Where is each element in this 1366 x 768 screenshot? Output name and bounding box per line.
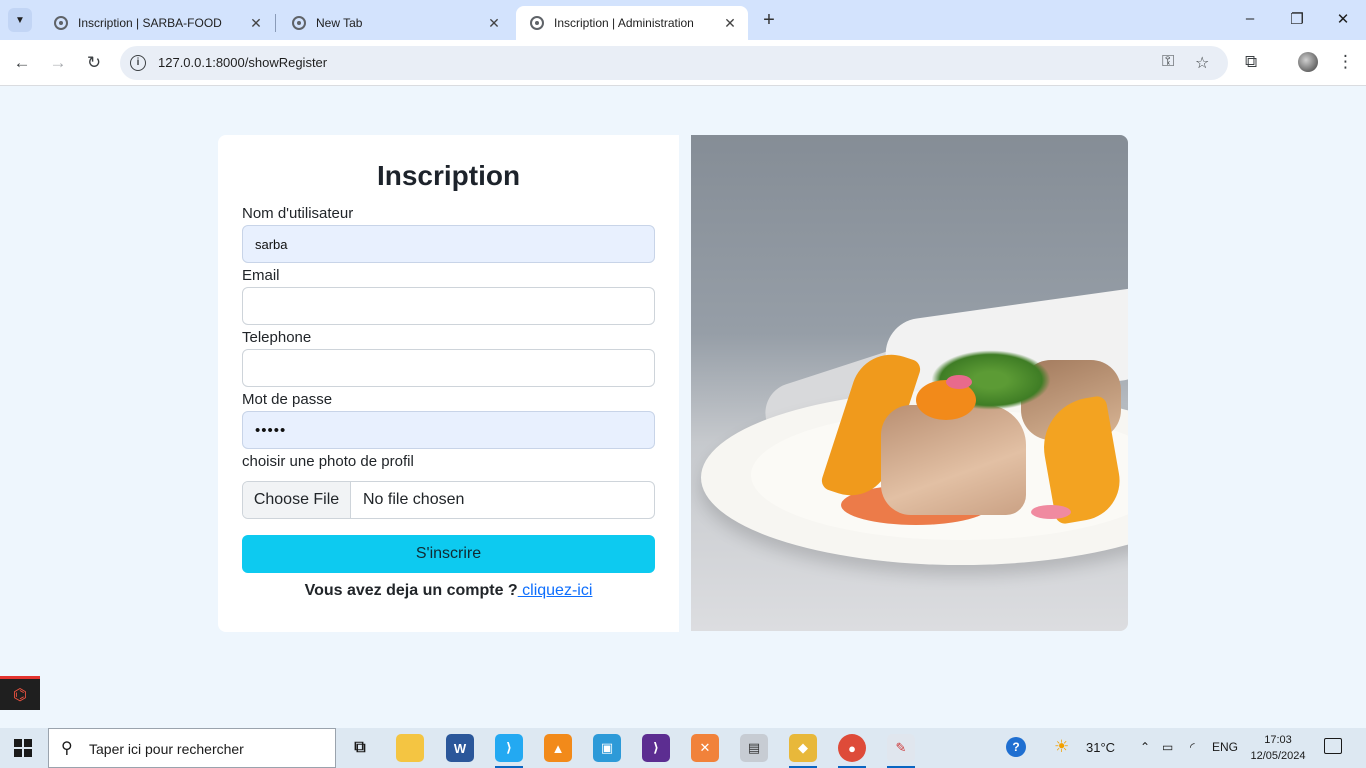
photo-file-input[interactable]: Choose File No file chosen bbox=[242, 481, 655, 519]
weather-temp[interactable]: 31°C bbox=[1086, 740, 1115, 755]
username-input[interactable]: sarba bbox=[242, 225, 655, 263]
tab-administration[interactable]: Inscription | Administration ✕ bbox=[516, 6, 748, 40]
bookmark-star-icon[interactable]: ☆ bbox=[1195, 53, 1209, 73]
chevron-down-icon: ▼ bbox=[15, 14, 25, 26]
login-prompt: Vous avez deja un compte ? cliquez-ici bbox=[218, 582, 679, 600]
clock-time: 17:03 bbox=[1264, 734, 1292, 746]
register-button[interactable]: S'inscrire bbox=[242, 535, 655, 573]
menu-icon[interactable]: ⋮ bbox=[1337, 52, 1354, 72]
wifi-icon[interactable]: ◜ bbox=[1190, 740, 1195, 754]
image-viewer-icon[interactable]: ▤ bbox=[740, 734, 768, 762]
tab-title: Inscription | Administration bbox=[554, 16, 694, 30]
globe-icon bbox=[530, 16, 544, 30]
paint-icon[interactable]: ✎ bbox=[887, 734, 915, 768]
visual-studio-icon[interactable]: ⟩ bbox=[642, 734, 670, 762]
taskbar: ⚲ Taper ici pour rechercher ⧉ W ⟩ ▲ ▣ ⟩ … bbox=[0, 728, 1366, 768]
address-bar[interactable]: i 127.0.0.1:8000/showRegister ⚿ ☆ bbox=[120, 46, 1228, 80]
close-window-button[interactable]: ✕ bbox=[1333, 10, 1353, 28]
page-title: Inscription bbox=[376, 160, 521, 191]
language-indicator[interactable]: ENG bbox=[1212, 740, 1238, 754]
battery-icon[interactable]: ▭ bbox=[1162, 740, 1173, 754]
email-input[interactable] bbox=[242, 287, 655, 325]
chevron-up-icon[interactable]: ⌃ bbox=[1140, 740, 1150, 754]
login-prompt-text: Vous avez deja un compte ? bbox=[304, 582, 518, 599]
tab-close-icon[interactable]: ✕ bbox=[248, 15, 264, 32]
key-icon[interactable]: ⚿ bbox=[1162, 53, 1174, 71]
food-photo bbox=[691, 135, 1128, 631]
tab-title: New Tab bbox=[316, 16, 363, 30]
browser-toolbar: ← → ↻ i 127.0.0.1:8000/showRegister ⚿ ☆ … bbox=[0, 40, 1366, 86]
phone-label: Telephone bbox=[242, 329, 312, 346]
task-view-icon[interactable]: ⧉ bbox=[346, 734, 374, 762]
help-icon[interactable]: ? bbox=[1006, 737, 1026, 757]
tab-sarba-food[interactable]: Inscription | SARBA-FOOD ✕ bbox=[40, 6, 274, 40]
file-explorer-icon[interactable] bbox=[396, 734, 424, 762]
photo-label: choisir une photo de profil bbox=[242, 453, 414, 470]
file-status: No file chosen bbox=[363, 491, 465, 508]
forward-button[interactable]: → bbox=[47, 52, 69, 74]
password-input[interactable]: ••••• bbox=[242, 411, 655, 449]
taskbar-search[interactable]: ⚲ Taper ici pour rechercher bbox=[48, 728, 336, 768]
vscode-icon[interactable]: ⟩ bbox=[495, 734, 523, 768]
tab-new-tab[interactable]: New Tab ✕ bbox=[278, 6, 512, 40]
tab-close-icon[interactable]: ✕ bbox=[722, 15, 738, 32]
minimize-button[interactable]: – bbox=[1240, 10, 1260, 27]
extensions-icon[interactable]: ⧉ bbox=[1245, 52, 1257, 72]
username-label: Nom d'utilisateur bbox=[242, 205, 354, 222]
photo-shape bbox=[946, 375, 972, 389]
windows-start-icon[interactable] bbox=[14, 739, 32, 757]
notification-icon[interactable] bbox=[1324, 738, 1342, 754]
laravel-debugbar-icon[interactable]: ⌬ bbox=[0, 676, 40, 710]
email-label: Email bbox=[242, 267, 280, 284]
photo-shape bbox=[881, 405, 1026, 515]
site-info-icon[interactable]: i bbox=[130, 55, 146, 71]
clock-date: 12/05/2024 bbox=[1250, 750, 1306, 762]
search-icon: ⚲ bbox=[61, 740, 73, 757]
chrome-icon bbox=[292, 16, 306, 30]
photo-shape bbox=[1031, 505, 1071, 519]
clock[interactable]: 17:03 12/05/2024 bbox=[1250, 732, 1306, 764]
choose-file-button[interactable]: Choose File bbox=[243, 482, 351, 518]
register-card: Inscription Nom d'utilisateur sarba Emai… bbox=[218, 135, 679, 632]
arrow-left-icon: ← bbox=[13, 53, 31, 72]
restore-button[interactable]: ❐ bbox=[1287, 10, 1307, 28]
url-text[interactable]: 127.0.0.1:8000/showRegister bbox=[158, 55, 327, 70]
chrome-icon[interactable]: ● bbox=[838, 734, 866, 768]
profile-avatar[interactable] bbox=[1298, 52, 1318, 72]
tab-title: Inscription | SARBA-FOOD bbox=[78, 16, 222, 30]
new-tab-button[interactable]: + bbox=[758, 9, 780, 31]
taskbar-search-placeholder: Taper ici pour rechercher bbox=[89, 741, 244, 757]
dbeaver-icon[interactable]: ◆ bbox=[789, 734, 817, 768]
phone-input[interactable] bbox=[242, 349, 655, 387]
arrow-right-icon: → bbox=[49, 53, 67, 72]
login-link[interactable]: cliquez-ici bbox=[518, 582, 592, 599]
back-button[interactable]: ← bbox=[11, 52, 33, 74]
globe-icon bbox=[54, 16, 68, 30]
tab-close-icon[interactable]: ✕ bbox=[486, 15, 502, 32]
xampp-icon[interactable]: ✕ bbox=[691, 734, 719, 762]
vlc-icon[interactable]: ▲ bbox=[544, 734, 572, 762]
reload-button[interactable]: ↻ bbox=[83, 52, 105, 74]
weather-icon[interactable]: ☀ bbox=[1054, 737, 1069, 757]
tab-search-button[interactable]: ▼ bbox=[8, 8, 32, 32]
tab-strip: ▼ Inscription | SARBA-FOOD ✕ New Tab ✕ I… bbox=[0, 0, 1366, 40]
tab-separator bbox=[275, 14, 276, 32]
app-icon[interactable]: ▣ bbox=[593, 734, 621, 762]
word-icon[interactable]: W bbox=[446, 734, 474, 762]
password-label: Mot de passe bbox=[242, 391, 333, 408]
reload-icon: ↻ bbox=[86, 53, 102, 72]
